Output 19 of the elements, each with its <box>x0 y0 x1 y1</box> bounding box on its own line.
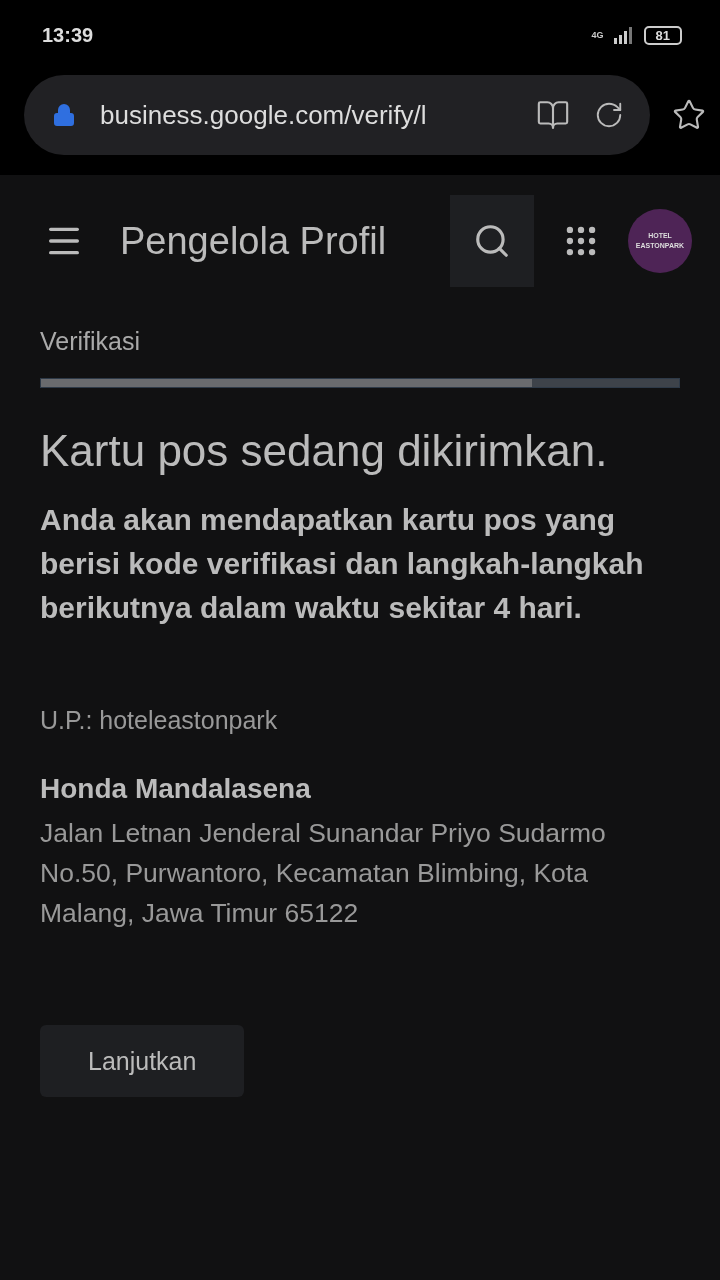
book-icon[interactable] <box>536 98 570 132</box>
url-text: business.google.com/verify/l <box>100 99 428 131</box>
business-name: Honda Mandalasena <box>40 773 312 805</box>
search-button[interactable] <box>450 195 534 287</box>
star-icon[interactable] <box>672 98 706 132</box>
battery-level: 81 <box>643 25 682 45</box>
description-text: Anda akan mendapatkan kartu pos yang berisi kode verifikasi dan langkah-langkah berikutnya dalam waktu sekitar 4 hari. <box>40 502 645 626</box>
status-time: 13:39 <box>42 23 94 47</box>
network-label: 4G <box>591 30 604 40</box>
recipient-text: U.P.: hoteleastonpark <box>40 706 279 735</box>
app-title: Pengelola Profil <box>120 219 388 263</box>
business-address: Jalan Letnan Jenderal Sunandar Priyo Sudarmo No.50, Purwantoro, Kecamatan Blimbing, Kota Malang, Jawa Timur 65122 <box>40 817 607 930</box>
lock-icon <box>52 103 76 127</box>
continue-button[interactable]: Lanjutkan <box>40 1025 245 1097</box>
address-bar[interactable]: business.google.com/verify/l <box>24 75 650 155</box>
step-label: Verifikasi <box>40 327 142 356</box>
reload-icon[interactable] <box>594 100 624 130</box>
page-heading: Kartu pos sedang dikirimkan. <box>40 426 609 476</box>
search-icon <box>473 222 511 260</box>
